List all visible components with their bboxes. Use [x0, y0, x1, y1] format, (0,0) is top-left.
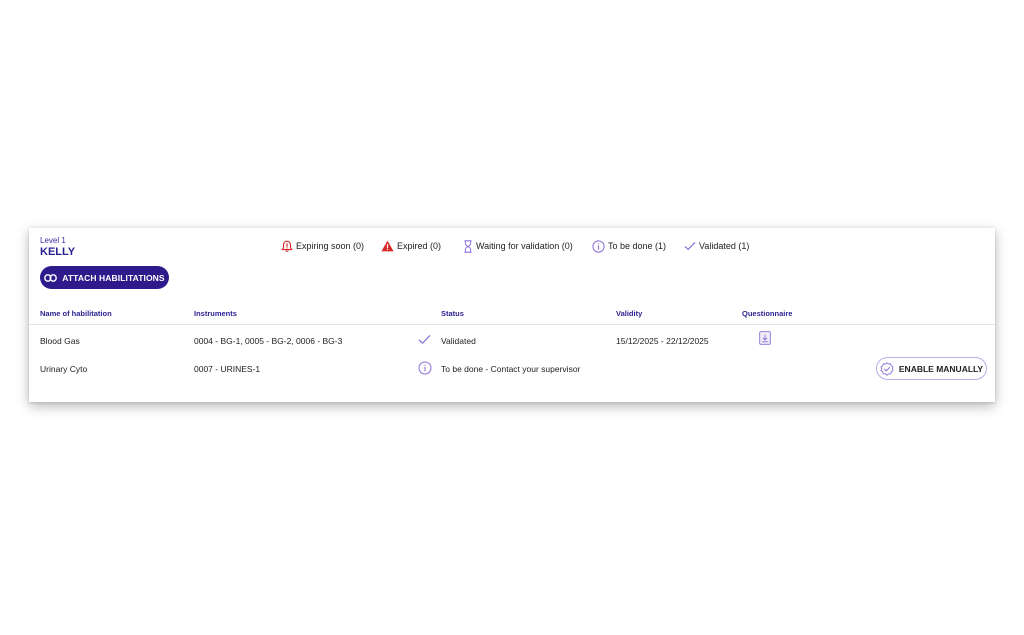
header-instruments: Instruments [194, 309, 237, 318]
habilitations-card: Level 1 KELLY Expiring soon (0) Expired … [29, 228, 995, 402]
instruments-cell: 0004 - BG-1, 0005 - BG-2, 0006 - BG-3 [194, 336, 343, 346]
header-questionnaire: Questionnaire [742, 309, 793, 318]
hourglass-icon [464, 239, 472, 253]
header-status: Status [441, 309, 464, 318]
legend-label: Expired (0) [397, 241, 442, 251]
table-row: Urinary Cyto 0007 - URINES-1 To be done … [29, 357, 995, 380]
download-document-icon[interactable] [759, 331, 771, 345]
table-header: Name of habilitation Instruments Status … [29, 308, 995, 325]
header-name: Name of habilitation [40, 309, 112, 318]
header-validity: Validity [616, 309, 643, 318]
status-cell: Validated [441, 336, 476, 346]
link-icon [44, 273, 58, 282]
info-circle-icon [592, 239, 605, 253]
bell-alert-icon [281, 240, 293, 252]
user-level: Level 1 [40, 236, 66, 245]
warning-triangle-icon [381, 240, 394, 252]
legend-label: Expiring soon (0) [296, 241, 365, 251]
table-row: Blood Gas 0004 - BG-1, 0005 - BG-2, 0006… [29, 331, 995, 353]
legend-waiting-validation: Waiting for validation (0) [463, 238, 573, 254]
status-cell: To be done - Contact your supervisor [441, 364, 581, 374]
check-icon [684, 241, 696, 251]
info-circle-icon [418, 361, 432, 375]
attach-habilitations-button[interactable]: ATTACH HABILITATIONS [40, 266, 169, 289]
legend-label: To be done (1) [608, 241, 667, 251]
enable-manually-label: ENABLE MANUALLY [898, 363, 984, 374]
legend-expiring-soon: Expiring soon (0) [281, 238, 364, 254]
check-icon [418, 334, 431, 345]
legend-label: Waiting for validation (0) [476, 241, 573, 251]
enable-manually-button[interactable]: ENABLE MANUALLY [876, 357, 987, 380]
habilitation-name: Blood Gas [40, 336, 80, 346]
user-block: Level 1 KELLY [40, 236, 75, 259]
attach-habilitations-label: ATTACH HABILITATIONS [62, 272, 165, 283]
legend-expired: Expired (0) [381, 238, 441, 254]
validity-cell: 15/12/2025 - 22/12/2025 [616, 336, 709, 346]
legend-label: Validated (1) [699, 241, 750, 251]
legend-validated: Validated (1) [684, 238, 749, 254]
badge-check-icon [880, 361, 894, 376]
instruments-cell: 0007 - URINES-1 [194, 364, 261, 374]
user-name: KELLY [40, 246, 76, 258]
habilitation-name: Urinary Cyto [40, 364, 88, 374]
legend-to-be-done: To be done (1) [592, 238, 666, 254]
